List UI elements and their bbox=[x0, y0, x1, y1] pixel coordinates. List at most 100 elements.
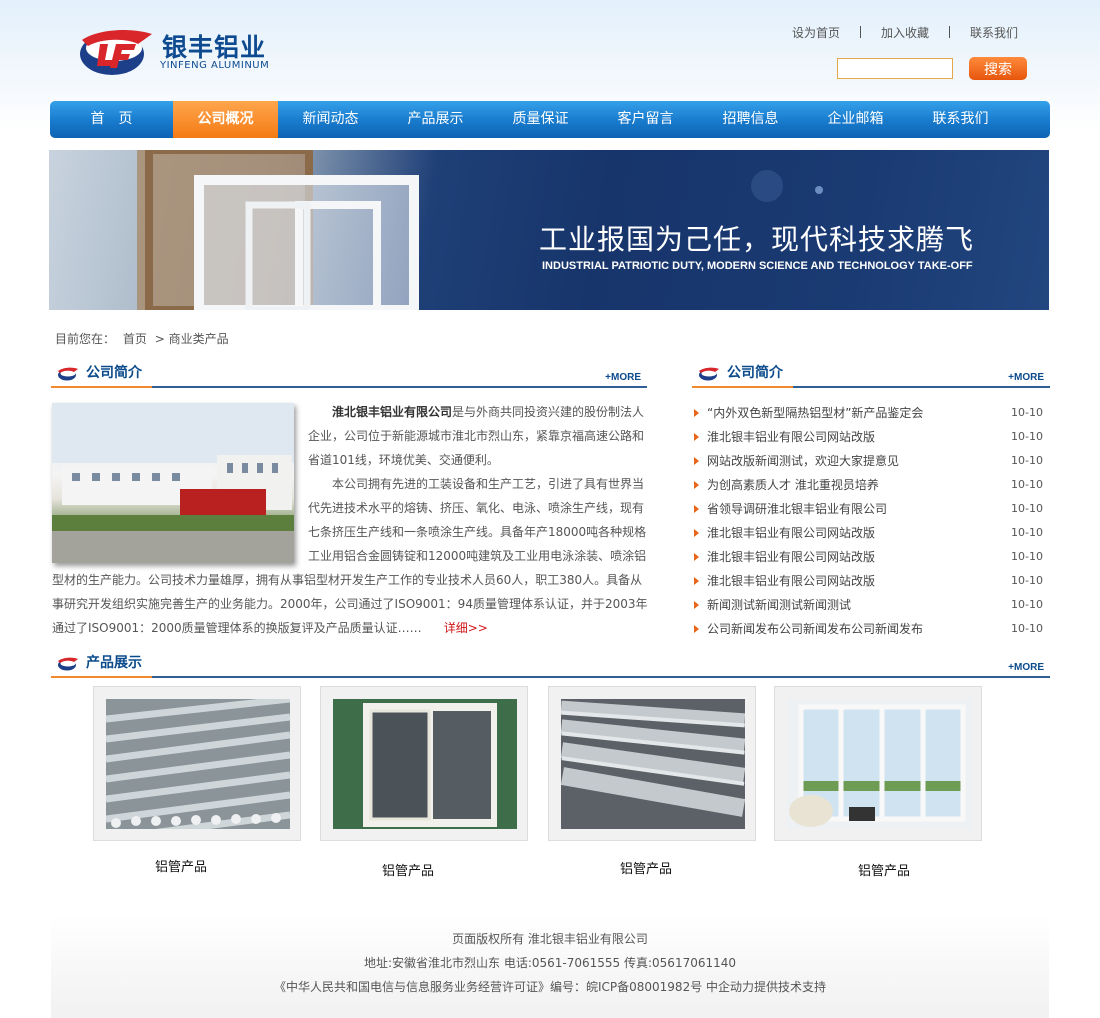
company-name: 淮北银丰铝业有限公司 bbox=[332, 405, 453, 419]
product-card[interactable]: 铝管产品 bbox=[548, 686, 758, 877]
company-intro: 淮北银丰铝业有限公司是与外商共同投资兴建的股份制法人企业，公司位于新能源城市淮北… bbox=[52, 400, 652, 640]
sliding-window-image[interactable] bbox=[333, 699, 517, 829]
news-date: 10-10 bbox=[1011, 454, 1043, 467]
news-list: “内外双色新型隔热铝型材”新产品鉴定会 10-10 淮北银丰铝业有限公司网站改版 1… bbox=[693, 401, 1043, 641]
news-title[interactable]: 公司新闻发布公司新闻发布公司新闻发布 bbox=[707, 622, 923, 636]
product-caption[interactable]: 铝管产品 bbox=[542, 858, 750, 877]
product-caption[interactable]: 铝管产品 bbox=[304, 860, 512, 879]
news-more-link[interactable]: +MORE bbox=[1008, 372, 1044, 383]
arrow-bullet-icon bbox=[694, 409, 699, 417]
divider bbox=[860, 26, 862, 38]
banner-title: 工业报国为己任，现代科技求腾飞 bbox=[539, 223, 975, 256]
arrow-bullet-icon bbox=[694, 433, 699, 441]
intro-section-title-tag: 公司简介 bbox=[51, 362, 152, 388]
brand-name-en: YINFENG ALUMINUM bbox=[160, 60, 270, 71]
news-date: 10-10 bbox=[1011, 526, 1043, 539]
news-title[interactable]: 淮北银丰铝业有限公司网站改版 bbox=[707, 526, 875, 540]
divider bbox=[949, 26, 951, 38]
news-item[interactable]: 省领导调研淮北银丰铝业有限公司 10-10 bbox=[693, 497, 1043, 521]
set-homepage-link[interactable]: 设为首页 bbox=[792, 24, 840, 41]
nav-item-quality[interactable]: 质量保证 bbox=[488, 101, 593, 138]
product-caption[interactable]: 铝管产品 bbox=[780, 860, 988, 879]
factory-image bbox=[52, 403, 294, 563]
products-more-link[interactable]: +MORE bbox=[1008, 662, 1044, 673]
news-date: 10-10 bbox=[1011, 478, 1043, 491]
news-item[interactable]: 公司新闻发布公司新闻发布公司新闻发布 10-10 bbox=[693, 617, 1043, 641]
product-image-frame[interactable] bbox=[548, 686, 756, 841]
news-date: 10-10 bbox=[1011, 622, 1043, 635]
search-button[interactable]: 搜索 bbox=[969, 57, 1027, 80]
news-item[interactable]: 为创高素质人才 淮北重视员培养 10-10 bbox=[693, 473, 1043, 497]
nav-item-jobs[interactable]: 招聘信息 bbox=[698, 101, 803, 138]
aluminum-pipes-image[interactable] bbox=[106, 699, 290, 829]
mini-logo-icon bbox=[58, 657, 78, 671]
window-interior-image[interactable] bbox=[787, 699, 971, 829]
search-input[interactable] bbox=[837, 58, 953, 79]
nav-item-products[interactable]: 产品展示 bbox=[383, 101, 488, 138]
nav-item-email[interactable]: 企业邮箱 bbox=[803, 101, 908, 138]
arrow-bullet-icon bbox=[694, 577, 699, 585]
news-title[interactable]: 省领导调研淮北银丰铝业有限公司 bbox=[707, 502, 887, 516]
nav-item-guestbook[interactable]: 客户留言 bbox=[593, 101, 698, 138]
product-image-frame[interactable] bbox=[774, 686, 982, 841]
mini-logo-icon bbox=[58, 367, 78, 381]
arrow-bullet-icon bbox=[694, 505, 699, 513]
news-section-header: 公司简介 +MORE bbox=[692, 362, 1050, 388]
nav-item-contact[interactable]: 联系我们 bbox=[908, 101, 1013, 138]
product-card[interactable]: 铝管产品 bbox=[320, 686, 530, 879]
aluminum-profiles-image[interactable] bbox=[561, 699, 745, 829]
add-favorite-link[interactable]: 加入收藏 bbox=[881, 24, 929, 41]
news-date: 10-10 bbox=[1011, 550, 1043, 563]
product-caption[interactable]: 铝管产品 bbox=[77, 856, 285, 875]
news-item[interactable]: 淮北银丰铝业有限公司网站改版 10-10 bbox=[693, 569, 1043, 593]
nav-item-home[interactable]: 首 页 bbox=[50, 101, 173, 138]
arrow-bullet-icon bbox=[694, 625, 699, 633]
news-title[interactable]: 为创高素质人才 淮北重视员培养 bbox=[707, 478, 879, 492]
news-item[interactable]: 新闻测试新闻测试新闻测试 10-10 bbox=[693, 593, 1043, 617]
brand-logo[interactable]: 银丰铝业 YINFENG ALUMINUM bbox=[78, 24, 278, 80]
product-image-frame[interactable] bbox=[320, 686, 528, 841]
news-title[interactable]: 淮北银丰铝业有限公司网站改版 bbox=[707, 574, 875, 588]
product-gallery: 铝管产品 铝管产品 铝管产品 铝管产品 bbox=[93, 686, 993, 886]
news-item[interactable]: 淮北银丰铝业有限公司网站改版 10-10 bbox=[693, 545, 1043, 569]
news-title[interactable]: 新闻测试新闻测试新闻测试 bbox=[707, 598, 851, 612]
news-title[interactable]: 淮北银丰铝业有限公司网站改版 bbox=[707, 430, 875, 444]
breadcrumb-separator: > bbox=[154, 332, 165, 346]
news-item[interactable]: 淮北银丰铝业有限公司网站改版 10-10 bbox=[693, 521, 1043, 545]
nav-item-company-overview[interactable]: 公司概况 bbox=[173, 101, 278, 138]
news-item[interactable]: “内外双色新型隔热铝型材”新产品鉴定会 10-10 bbox=[693, 401, 1043, 425]
news-item[interactable]: 淮北银丰铝业有限公司网站改版 10-10 bbox=[693, 425, 1043, 449]
contact-us-link[interactable]: 联系我们 bbox=[970, 24, 1018, 41]
news-date: 10-10 bbox=[1011, 502, 1043, 515]
footer-address: 地址:安徽省淮北市烈山东 电话:0561-7061555 传真:05617061… bbox=[363, 956, 737, 970]
products-section-title-tag: 产品展示 bbox=[51, 652, 152, 678]
footer-copyright: 页面版权所有 淮北银丰铝业有限公司 bbox=[452, 932, 648, 946]
arrow-bullet-icon bbox=[694, 553, 699, 561]
news-title[interactable]: 淮北银丰铝业有限公司网站改版 bbox=[707, 550, 875, 564]
main-nav: 首 页 公司概况 新闻动态 产品展示 质量保证 客户留言 招聘信息 企业邮箱 联… bbox=[50, 101, 1050, 138]
breadcrumb-home[interactable]: 首页 bbox=[123, 332, 147, 346]
intro-detail-link[interactable]: 详细>> bbox=[444, 621, 488, 635]
news-section-title: 公司简介 bbox=[727, 365, 783, 381]
news-title[interactable]: 网站改版新闻测试，欢迎大家提意见 bbox=[707, 454, 899, 468]
footer-license: 《中华人民共和国电信与信息服务业务经营许可证》编号：皖ICP备08001982号… bbox=[273, 980, 827, 994]
news-item[interactable]: 网站改版新闻测试，欢迎大家提意见 10-10 bbox=[693, 449, 1043, 473]
nav-item-news[interactable]: 新闻动态 bbox=[278, 101, 383, 138]
arrow-bullet-icon bbox=[694, 601, 699, 609]
top-links: 设为首页 加入收藏 联系我们 bbox=[792, 24, 1042, 41]
news-date: 10-10 bbox=[1011, 574, 1043, 587]
products-section-title: 产品展示 bbox=[86, 655, 142, 671]
product-card[interactable]: 铝管产品 bbox=[93, 686, 303, 875]
product-card[interactable]: 铝管产品 bbox=[774, 686, 984, 879]
breadcrumb: 目前您在： 首页 > 商业类产品 bbox=[55, 330, 233, 347]
news-date: 10-10 bbox=[1011, 406, 1043, 419]
news-title[interactable]: “内外双色新型隔热铝型材”新产品鉴定会 bbox=[707, 406, 923, 420]
product-image-frame[interactable] bbox=[93, 686, 301, 841]
brand-name-cn: 银丰铝业 bbox=[162, 33, 267, 62]
news-section-title-tag: 公司简介 bbox=[692, 362, 793, 388]
breadcrumb-label: 目前您在： bbox=[55, 332, 116, 346]
intro-more-link[interactable]: +MORE bbox=[605, 372, 641, 383]
news-date: 10-10 bbox=[1011, 430, 1043, 443]
arrow-bullet-icon bbox=[694, 457, 699, 465]
mini-logo-icon bbox=[699, 367, 719, 381]
